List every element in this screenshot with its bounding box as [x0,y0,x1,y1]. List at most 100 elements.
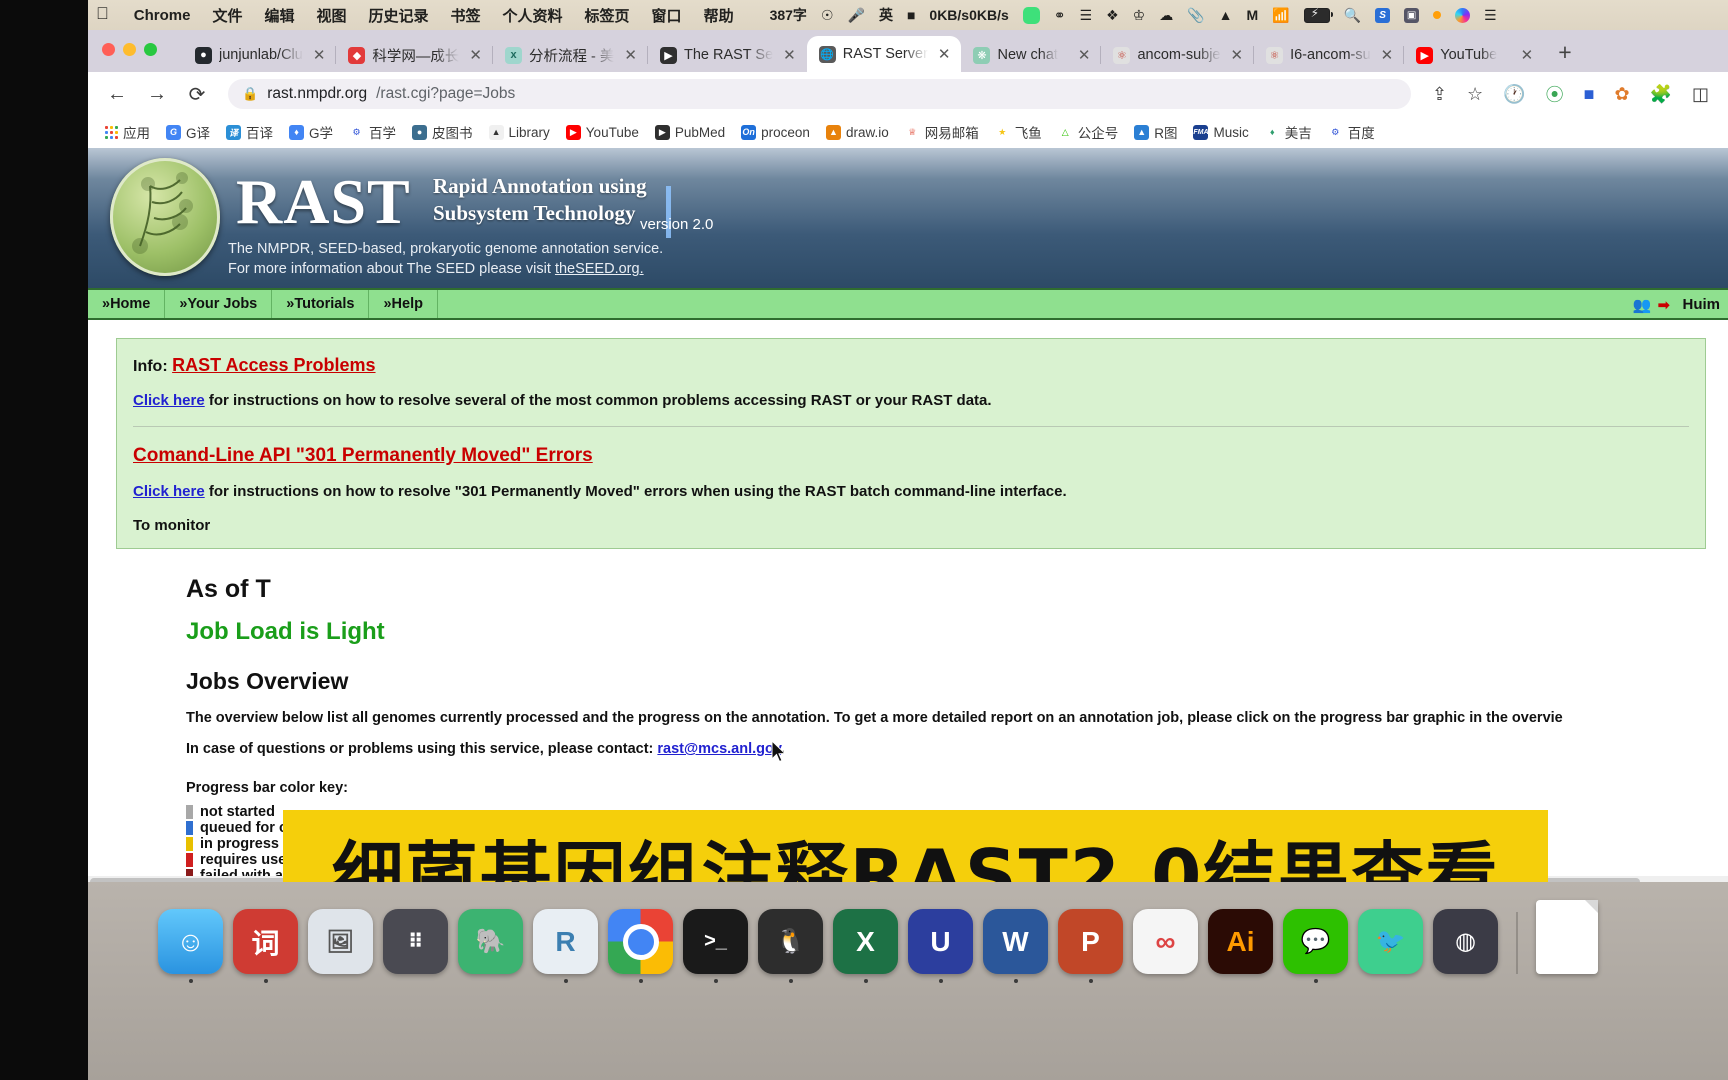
bookmark-rchart[interactable]: ▲ R图 [1127,120,1184,144]
input-source-english-icon[interactable]: 英 [872,5,900,25]
siri-icon[interactable] [1448,7,1477,23]
dock-app-feishu[interactable]: 🐦 [1358,909,1423,974]
tab-close-icon[interactable]: ✕ [780,46,799,64]
address-bar[interactable]: 🔒 rast.nmpdr.org/rast.cgi?page=Jobs [228,79,1411,109]
tab-youtube[interactable]: ▶ YouTube ✕ [1403,38,1544,72]
click-here-link-1[interactable]: Click here [133,392,205,409]
tab-close-icon[interactable]: ✕ [310,46,329,64]
bookmark-apps[interactable]: 应用 [98,120,157,144]
share-icon[interactable]: ⇪ [1425,84,1454,105]
bookmark-netease-mail[interactable]: ♕ 网易邮箱 [898,120,986,144]
minimize-window-button[interactable] [123,43,136,56]
dock-app-screenflow[interactable]: ◍ [1433,909,1498,974]
tab-close-icon[interactable]: ✕ [1378,46,1397,64]
wifi-icon[interactable]: 📶 [1265,7,1296,24]
bookmark-baidu-scholar[interactable]: ⚙ 百学 [342,120,403,144]
back-button[interactable]: ← [100,83,134,106]
info-title-1[interactable]: RAST Access Problems [172,355,375,375]
dock-app-launchpad[interactable]: ⠿ [383,909,448,974]
dock-app-chrome[interactable] [608,909,673,983]
apple-icon[interactable]:  [88,4,123,26]
dock-app-finder[interactable]: ☺ [158,909,223,983]
green-pill-icon[interactable] [1016,6,1047,24]
search-icon[interactable]: 🔍 [1337,7,1368,24]
tab-l6-ancom-su[interactable]: ⚛ I6-ancom-su ✕ [1253,38,1404,72]
reload-button[interactable]: ⟳ [180,82,214,107]
nav-item-your-jobs[interactable]: »Your Jobs [165,290,273,318]
menu-item-history[interactable]: 历史记录 [357,5,439,26]
sogou-icon[interactable]: S [1368,7,1397,23]
dock-app-terminal[interactable]: >_ [683,909,748,983]
bartender-icon[interactable]: ■ [900,7,922,23]
tab-ancom-subject[interactable]: ⚛ ancom-subje ✕ [1100,38,1254,72]
bookmark-feiyu[interactable]: ★ 飞鱼 [988,120,1049,144]
contact-email-link[interactable]: rast@mcs.anl.gov [657,741,780,757]
menu-item-profile[interactable]: 个人资料 [492,5,574,26]
bookmark-pubmed[interactable]: ▶ PubMed [648,123,732,142]
microphone-icon[interactable]: 🎤 [841,7,872,24]
tab-close-icon[interactable]: ✕ [1075,46,1094,64]
tab-analysis-flow[interactable]: x 分析流程 - 美 ✕ [492,38,648,72]
tab-close-icon[interactable]: ✕ [1518,46,1537,64]
bookmark-youtube[interactable]: ▶ YouTube [559,123,646,142]
grammarly-icon[interactable]: ⚭ [1047,7,1073,24]
zoom-window-button[interactable] [144,43,157,56]
menu-item-tabs[interactable]: 标签页 [574,5,641,26]
extension-green-icon[interactable]: ⦿ [1539,81,1571,107]
dock-app-zotero[interactable]: ∞ [1133,909,1198,974]
bookmark-baidu-translate[interactable]: 译 百译 [219,120,280,144]
bookmark-wechat-official[interactable]: △ 公企号 [1051,120,1126,144]
tab-rast-server[interactable]: 🌐 RAST Server ✕ [806,36,962,72]
logout-icon[interactable]: ➡ [1658,296,1676,314]
theseed-link[interactable]: theSEED.org. [555,261,644,277]
extension-blue-icon[interactable]: ■ [1577,84,1602,105]
dock-app-wechat[interactable]: 💬 [1283,909,1348,983]
extension-orange-icon[interactable]: ✿ [1607,84,1636,105]
bookmark-baidu[interactable]: ⚙ 百度 [1321,120,1382,144]
bookmark-proceon[interactable]: On proceon [734,123,817,142]
window-controls[interactable] [102,43,157,56]
network-speed-icon[interactable]: 0KB/s 0KB/s [922,8,1015,22]
backup-icon[interactable]: ▣ [1397,7,1426,23]
clip-icon[interactable]: 📎 [1180,7,1211,24]
dock-app-excel[interactable]: X [833,909,898,983]
cow-icon[interactable]: ♔ [1126,7,1153,24]
evernote-icon[interactable]: ❖ [1099,7,1126,24]
screen-record-icon[interactable]: ☉ [814,7,841,24]
dock-app-qq[interactable]: 🐧 [758,909,823,983]
nav-item-tutorials[interactable]: »Tutorials [272,290,370,318]
bookmark-music[interactable]: FMA Music [1186,123,1255,142]
dock-app-youdao-dict[interactable]: 词 [233,909,298,983]
sidebar-icon[interactable]: ◫ [1685,84,1716,105]
tab-the-rast-se[interactable]: ▶ The RAST Se ✕ [646,38,807,72]
dock-document-icon[interactable] [1536,900,1598,974]
menu-item-file[interactable]: 文件 [201,5,253,26]
bookmark-gtranslate[interactable]: G G译 [159,120,217,144]
dock-app-rstudio[interactable]: R [533,909,598,983]
tab-close-icon[interactable]: ✕ [935,45,954,63]
bookmark-majorbio[interactable]: ♦ 美吉 [1258,120,1319,144]
close-window-button[interactable] [102,43,115,56]
tab-new-chat[interactable]: ❋ New chat ✕ [961,38,1101,72]
tab-sciencenet[interactable]: ◆ 科学网—成长 ✕ [335,38,493,72]
dock-app-word[interactable]: W [983,909,1048,983]
onedrive-icon[interactable]: ☁ [1152,7,1180,24]
bookmark-drawio[interactable]: ▲ draw.io [819,123,896,142]
menu-item-help[interactable]: 帮助 [693,5,745,26]
forward-button[interactable]: → [140,83,174,106]
bookmark-library[interactable]: ▲ Library [482,123,557,142]
tab-junjunlab[interactable]: ● junjunlab/Clu ✕ [183,38,336,72]
bookmark-libgen[interactable]: ● 皮图书 [405,120,480,144]
nav-item-home[interactable]: »Home [88,290,166,318]
dock-app-illustrator[interactable]: Ai [1208,909,1273,974]
bookmark-star-icon[interactable]: ☆ [1460,84,1490,105]
nav-item-help[interactable]: »Help [369,290,438,318]
dock-app-powerpoint[interactable]: P [1058,909,1123,983]
tab-close-icon[interactable]: ✕ [621,46,640,64]
notes-icon[interactable]: ☰ [1073,7,1100,24]
menu-item-edit[interactable]: 编辑 [253,5,305,26]
battery-icon[interactable]: ⚡ [1297,6,1337,23]
dock-app-preview[interactable]: 🖼 [308,909,373,974]
menu-item-bookmarks[interactable]: 书签 [440,5,492,26]
click-here-link-2[interactable]: Click here [133,483,205,500]
